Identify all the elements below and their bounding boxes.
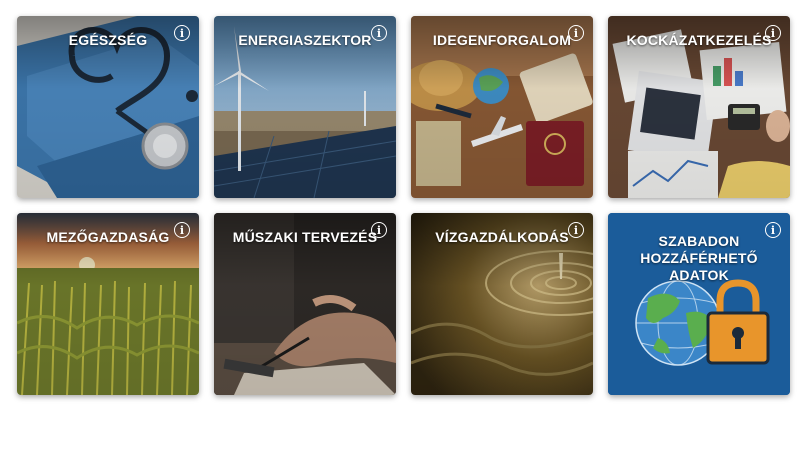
tile-title: SZABADON HOZZÁFÉRHETŐ ADATOK [640, 233, 758, 283]
tile-szabadon-hozzaferheto-adatok[interactable]: SZABADON HOZZÁFÉRHETŐ ADATOK i [608, 213, 790, 395]
tile-idegenforgalom[interactable]: IDEGENFORGALOM i [411, 16, 593, 198]
tile-title: KOCKÁZATKEZELÉS [626, 32, 772, 48]
tile-title: VÍZGAZDÁLKODÁS [435, 229, 569, 245]
tile-title: ENERGIASZEKTOR [238, 32, 372, 48]
info-icon[interactable]: i [568, 25, 584, 41]
info-icon[interactable]: i [174, 222, 190, 238]
tile-muszaki-tervezes[interactable]: MŰSZAKI TERVEZÉS i [214, 213, 396, 395]
tile-mezogazdasag[interactable]: MEZŐGAZDASÁG i [17, 213, 199, 395]
tile-egeszseg[interactable]: EGÉSZSÉG i [17, 16, 199, 198]
info-icon[interactable]: i [371, 222, 387, 238]
info-icon[interactable]: i [174, 25, 190, 41]
info-icon[interactable]: i [765, 25, 781, 41]
info-icon[interactable]: i [568, 222, 584, 238]
info-icon[interactable]: i [371, 25, 387, 41]
tile-title: MEZŐGAZDASÁG [46, 229, 170, 245]
tile-energiaszektor[interactable]: ENERGIASZEKTOR i [214, 16, 396, 198]
tile-title: EGÉSZSÉG [68, 32, 148, 48]
tile-title: MŰSZAKI TERVEZÉS [232, 229, 378, 245]
info-icon[interactable]: i [765, 222, 781, 238]
tile-vizgazdalkodas[interactable]: VÍZGAZDÁLKODÁS i [411, 213, 593, 395]
tile-title: IDEGENFORGALOM [432, 32, 572, 48]
tile-kockazatkezeles[interactable]: KOCKÁZATKEZELÉS i [608, 16, 790, 198]
category-grid: EGÉSZSÉG i ENERGIASZEKTOR i IDEGENFORGAL… [17, 16, 790, 395]
